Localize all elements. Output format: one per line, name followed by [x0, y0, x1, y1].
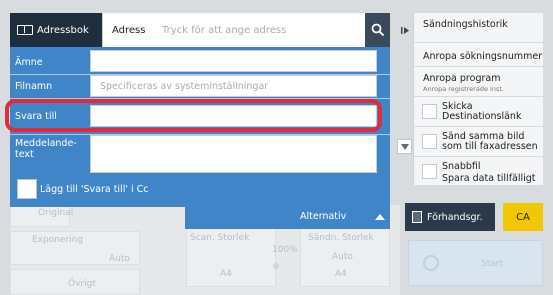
subject-field[interactable]	[90, 50, 377, 72]
recall-program-sub: Anropa registrerade inst.	[423, 85, 504, 93]
address-book-button[interactable]: Adressbok	[10, 13, 102, 47]
filename-label: Filnamn	[15, 81, 53, 92]
send-link-checkbox[interactable]	[422, 104, 437, 119]
exposure-label: Exponering	[32, 235, 84, 245]
send-size-value: A4	[335, 269, 347, 279]
quick-file-sub: Spara data tillfälligt	[442, 173, 536, 184]
preview-button[interactable]: Förhandsgr.	[405, 203, 495, 231]
send-link-label: Skicka Destinationslänk	[442, 101, 522, 122]
send-size-label: Sändn. Storlek	[308, 233, 374, 243]
send-screen: Original Exponering Auto Övrigt Scan. St…	[0, 0, 553, 295]
sidebar-toggle-icon	[401, 26, 409, 34]
sidebar-item-recall-search[interactable]: Anropa sökningsnummer	[414, 43, 544, 67]
alternatives-tab[interactable]: Alternativ	[185, 206, 390, 229]
other-label: Övrigt	[68, 279, 96, 289]
sidebar-item-send-link[interactable]: Skicka Destinationslänk	[414, 97, 544, 127]
address-book-label: Adressbok	[37, 24, 89, 36]
quick-file-checkbox[interactable]	[422, 164, 437, 179]
cc-checkbox[interactable]	[17, 179, 37, 199]
scroll-down-button[interactable]	[397, 139, 412, 154]
start-button: Start	[408, 240, 543, 286]
address-bar: Adressbok Adress	[10, 13, 390, 47]
address-book-icon	[17, 25, 33, 35]
sidebar-item-recall-program[interactable]: Anropa program Anropa registrerade inst.	[414, 67, 544, 97]
history-label: Sändningshistorik	[423, 19, 508, 30]
chevron-down-icon	[400, 143, 409, 150]
quick-file-label: Snabbfil	[442, 161, 481, 172]
sidebar-item-history[interactable]: Sändningshistorik	[414, 13, 544, 43]
exposure-value: Auto	[109, 254, 130, 264]
address-label: Adress	[102, 13, 152, 47]
filename-field[interactable]	[90, 75, 377, 97]
subject-label: Ämne	[15, 57, 43, 68]
zoom-value: 100%	[272, 245, 298, 255]
scan-indicator	[273, 263, 279, 269]
send-size-auto: Auto	[332, 252, 353, 262]
scan-size-label: Scan. Storlek	[190, 233, 250, 243]
reply-to-highlight	[5, 99, 382, 132]
alternatives-label: Alternativ	[300, 211, 347, 222]
same-image-fax-checkbox[interactable]	[422, 134, 437, 149]
sidebar-item-same-image-fax[interactable]: Sänd samma bild som till faxadressen	[414, 127, 544, 157]
same-image-fax-label: Sänd samma bild som till faxadressen	[442, 131, 538, 152]
message-label: Meddelande- text	[15, 138, 77, 160]
search-button[interactable]	[365, 13, 390, 47]
action-sidebar: Sändningshistorik Anropa sökningsnummer …	[413, 13, 544, 185]
message-field[interactable]	[90, 135, 377, 173]
preview-icon	[412, 211, 422, 223]
recall-search-label: Anropa sökningsnummer	[423, 51, 543, 62]
recall-program-label: Anropa program	[423, 73, 501, 84]
original-label: Original	[38, 208, 74, 218]
search-icon	[371, 23, 384, 37]
start-icon	[423, 255, 439, 271]
preview-label: Förhandsgr.	[427, 211, 483, 223]
scan-size-value: A4	[220, 269, 232, 279]
clear-all-button[interactable]: CA	[503, 203, 543, 231]
chevron-up-icon	[375, 214, 385, 220]
address-input[interactable]	[152, 13, 365, 47]
sidebar-toggle[interactable]	[398, 13, 413, 47]
cc-label: Lägg till 'Svara till' i Cc	[40, 184, 149, 195]
sidebar-item-quick-file[interactable]: Snabbfil Spara data tillfälligt	[414, 157, 544, 185]
start-label: Start	[481, 259, 503, 269]
